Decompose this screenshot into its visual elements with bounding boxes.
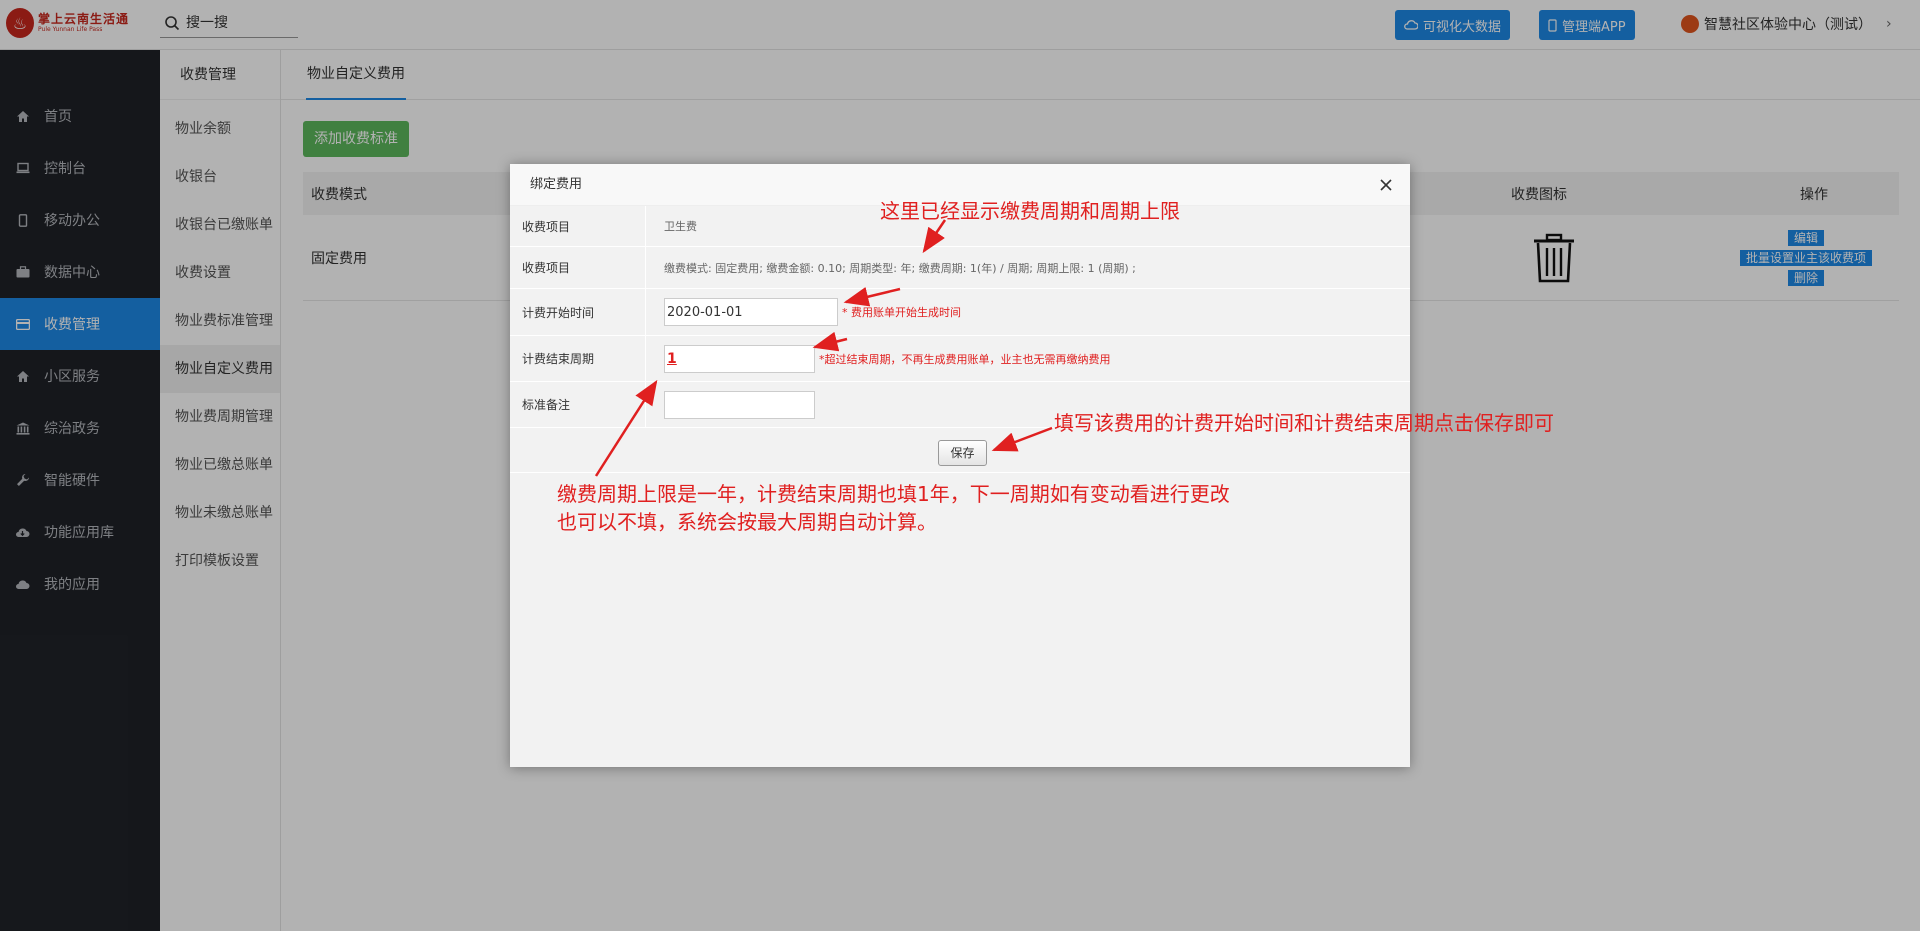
arrow-to-detail [922,219,947,254]
arrow-to-start-date [843,287,901,307]
arrow-to-end-period [812,331,848,352]
arrow-from-limit-note [594,379,658,477]
arrow-to-save [991,426,1053,452]
annotation-arrows [594,219,1053,477]
